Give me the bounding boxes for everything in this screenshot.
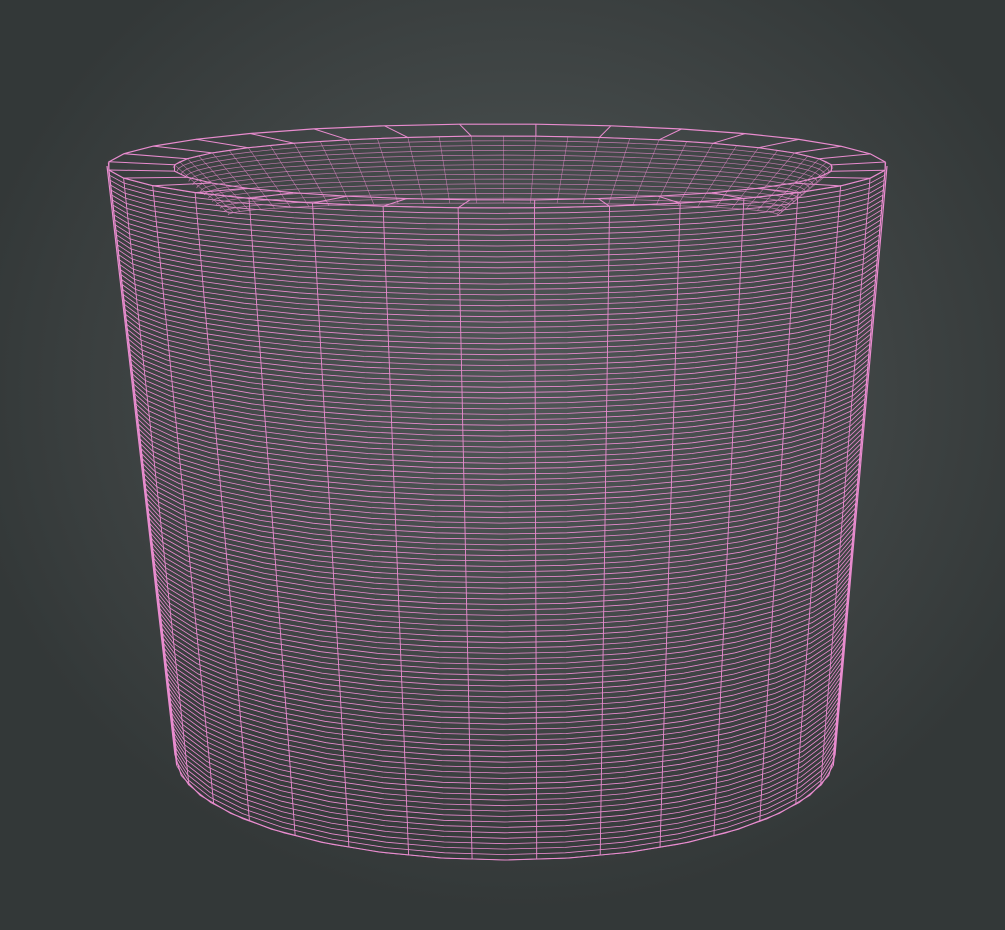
- outer-vertical-edge: [713, 198, 745, 837]
- outer-vertical-edge: [248, 198, 296, 837]
- outer-ring-line: [112, 206, 883, 258]
- inner-ring-line: [188, 154, 818, 182]
- top-rim-spoke: [712, 133, 746, 144]
- top-rim-spoke: [457, 199, 471, 209]
- outer-ring-line: [144, 478, 859, 562]
- top-rim-spoke: [818, 176, 871, 179]
- outer-ring-line: [131, 366, 868, 437]
- outer-ring-line: [163, 639, 844, 741]
- outer-ring-line: [137, 415, 864, 491]
- outer-ring-line: [155, 576, 850, 671]
- top-rim-spoke: [123, 153, 188, 160]
- top-rim-spoke: [123, 176, 188, 179]
- top-rim-spoke: [248, 192, 294, 199]
- top-rim-spoke: [108, 169, 175, 172]
- outer-vertical-edge: [123, 178, 190, 786]
- inner-vertical-edge: [677, 143, 714, 206]
- top-rim-spoke: [794, 145, 842, 154]
- top-rim-spoke: [831, 169, 886, 172]
- outer-ring-line: [146, 493, 857, 578]
- mesh-top-rim: [108, 123, 886, 209]
- silhouette-edge: [834, 165, 888, 756]
- top-rim-spoke: [249, 133, 295, 144]
- outer-ring-line: [123, 293, 875, 356]
- outer-ring-line: [144, 474, 859, 557]
- outer-ring-line: [147, 503, 856, 589]
- top-rim-spoke: [758, 138, 800, 149]
- top-rim-spoke: [831, 161, 886, 166]
- top-rim-spoke: [597, 198, 610, 207]
- outer-ring-line: [122, 289, 875, 350]
- top-rim-spoke: [599, 125, 612, 138]
- mesh-vertical-edges: [106, 165, 888, 861]
- outer-vertical-edge: [312, 202, 350, 848]
- mesh-height-rings: [107, 162, 887, 861]
- outer-ring-line: [162, 634, 845, 736]
- inner-vertical-edge: [697, 145, 738, 207]
- inner-vertical-edge: [731, 150, 778, 209]
- outer-ring-line: [167, 673, 841, 779]
- outer-ring-line: [166, 668, 842, 774]
- bottom-edge: [174, 754, 836, 861]
- top-rim-spoke: [108, 161, 175, 166]
- top-rim-spoke: [313, 128, 349, 141]
- outer-vertical-edge: [152, 185, 215, 805]
- top-rim-spoke: [818, 153, 871, 160]
- outer-ring-line: [158, 600, 848, 698]
- outer-ring-line: [111, 196, 884, 247]
- inner-vertical-edge: [269, 145, 310, 207]
- outer-ring-line: [161, 624, 846, 725]
- outer-ring-line: [124, 303, 874, 367]
- outer-ring-line: [120, 274, 877, 334]
- outer-ring-line: [141, 449, 861, 530]
- top-rim-spoke: [384, 125, 409, 138]
- top-rim-spoke: [153, 145, 213, 154]
- outer-ring-line: [157, 585, 849, 682]
- outer-ring-line: [119, 259, 878, 318]
- inner-vertical-edge: [293, 143, 330, 206]
- outer-ring-line: [165, 658, 843, 763]
- top-rim-spoke: [152, 182, 212, 187]
- wireframe-mesh: [106, 123, 888, 861]
- outer-vertical-edge: [832, 170, 886, 766]
- 3d-viewport[interactable]: [0, 0, 1005, 930]
- outer-ring-line: [166, 663, 842, 769]
- silhouette-edge: [106, 165, 176, 756]
- outer-ring-line: [162, 629, 845, 731]
- outer-ring-line: [141, 454, 861, 535]
- outer-ring-line: [163, 644, 844, 747]
- outer-ring-line: [115, 225, 881, 280]
- outer-ring-line: [157, 590, 849, 687]
- top-rim-spoke: [658, 128, 682, 141]
- top-rim-spoke: [195, 138, 249, 149]
- outer-ring-line: [155, 571, 850, 665]
- outer-ring-line: [118, 250, 879, 307]
- outer-ring-line: [175, 746, 835, 861]
- top-rim-spoke: [657, 195, 681, 204]
- inner-vertical-edge: [776, 164, 832, 215]
- outer-ring-line: [123, 298, 875, 361]
- outer-ring-line: [122, 284, 876, 345]
- top-rim-spoke: [757, 187, 799, 194]
- outer-ring-line: [137, 420, 864, 497]
- top-rim-spoke: [793, 182, 841, 187]
- outer-ring-line: [167, 678, 841, 785]
- top-rim-spoke: [459, 123, 472, 137]
- outer-ring-line: [118, 255, 878, 312]
- inner-ring-line: [184, 150, 822, 179]
- outer-ring-line: [140, 444, 862, 524]
- outer-ring-line: [140, 439, 862, 519]
- outer-ring-line: [121, 279, 876, 339]
- outer-ring-line: [156, 581, 849, 676]
- inner-ring-line: [196, 164, 810, 189]
- outer-ring-line: [146, 498, 857, 584]
- top-outer-edge: [108, 123, 886, 209]
- outer-ring-line: [114, 220, 881, 274]
